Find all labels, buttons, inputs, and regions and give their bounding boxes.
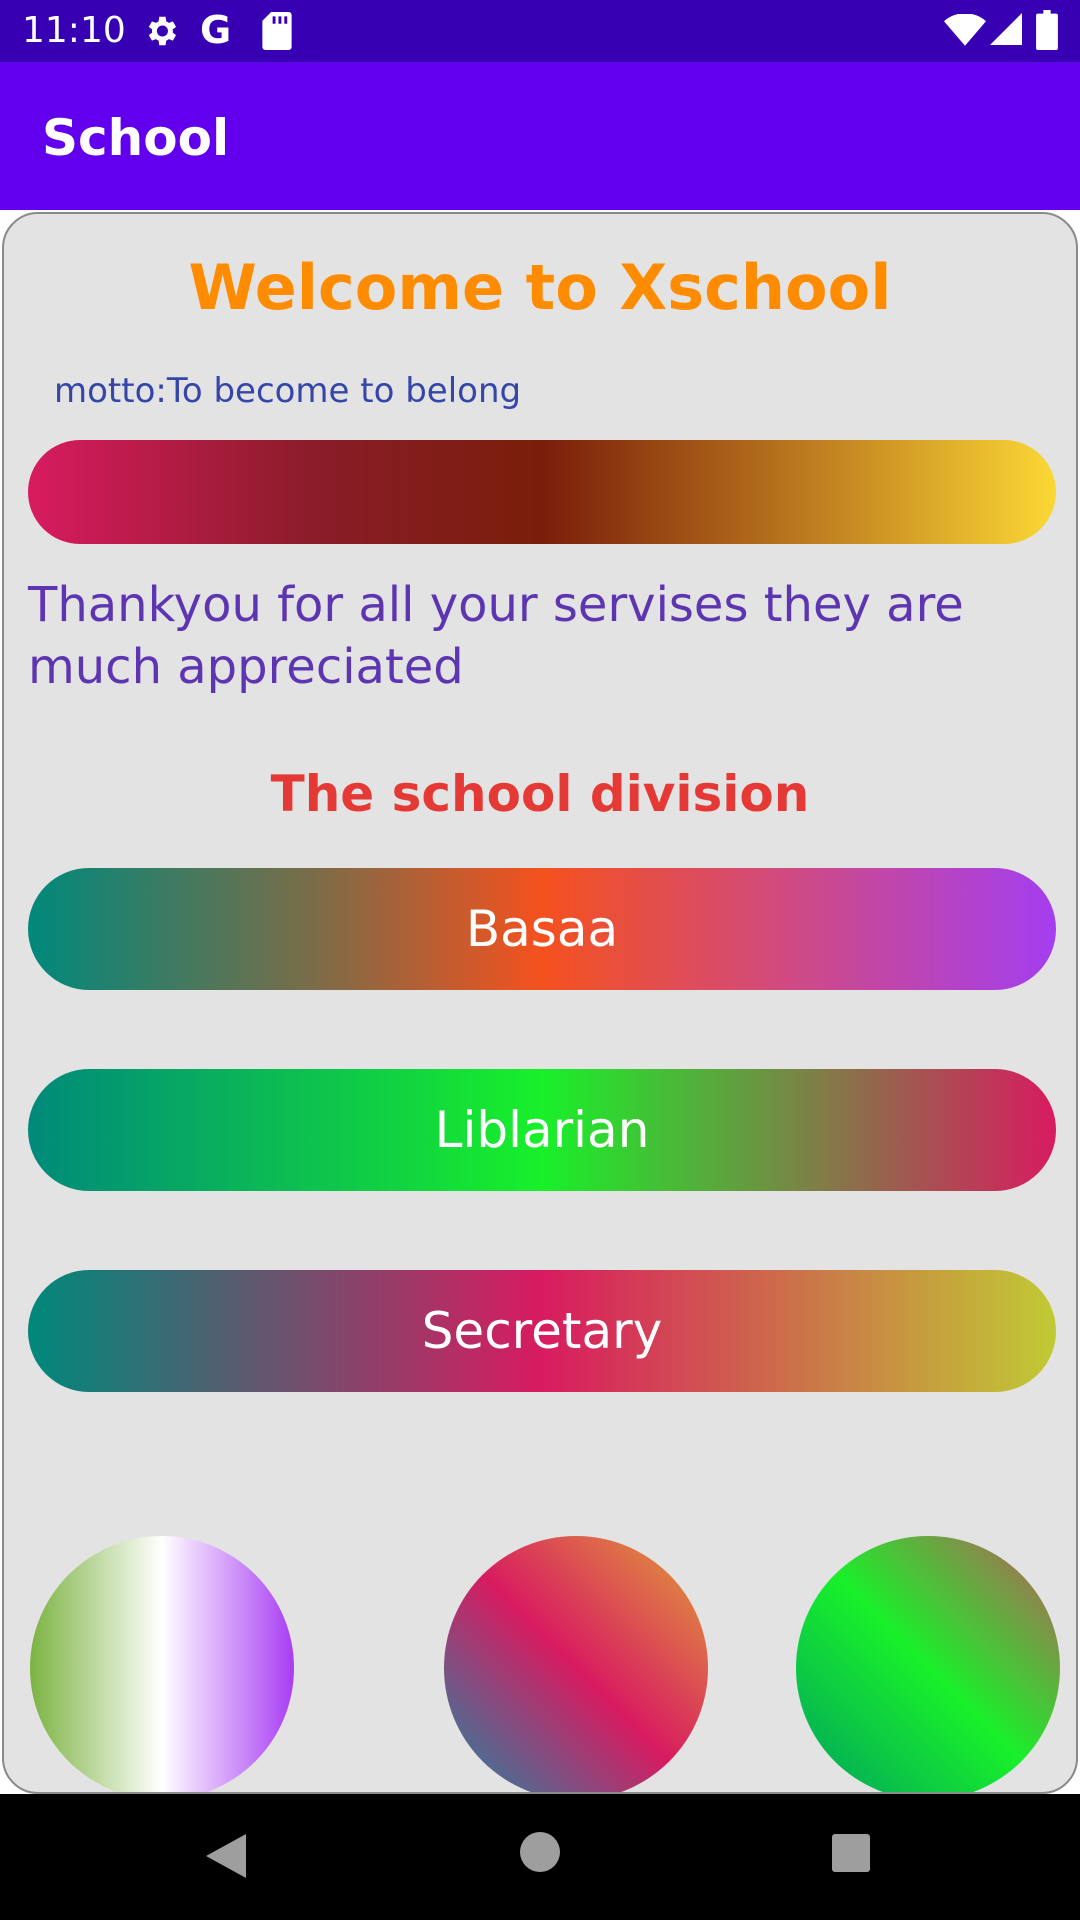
signal-icon	[990, 12, 1022, 50]
gradient-circle-1	[30, 1536, 294, 1792]
gradient-circle-2	[444, 1536, 708, 1792]
navigation-bar	[0, 1794, 1080, 1920]
wifi-icon	[944, 13, 986, 50]
back-icon[interactable]	[206, 1834, 246, 1882]
secretary-button[interactable]: Secretary	[28, 1270, 1056, 1392]
status-bar: 11:10 G	[0, 0, 1080, 62]
motto-text: motto:To become to belong	[54, 371, 522, 411]
liblarian-button[interactable]: Liblarian	[28, 1069, 1056, 1191]
app-bar: School	[0, 62, 1080, 210]
welcome-heading: Welcome to Xschool	[188, 251, 892, 324]
gradient-banner	[28, 440, 1056, 544]
division-heading: The school division	[270, 765, 810, 823]
content-card: Welcome to Xschool motto:To become to be…	[2, 212, 1078, 1794]
basaa-button[interactable]: Basaa	[28, 868, 1056, 990]
gradient-circle-3	[796, 1536, 1060, 1792]
battery-icon	[1036, 10, 1058, 54]
home-icon[interactable]	[520, 1832, 560, 1872]
sd-card-icon	[262, 12, 292, 54]
status-time: 11:10	[22, 10, 126, 51]
recents-icon[interactable]	[832, 1834, 870, 1872]
gear-icon	[142, 12, 180, 54]
google-icon: G	[200, 8, 232, 52]
app-title: School	[42, 109, 230, 167]
thanks-text: Thankyou for all your servises they are …	[28, 577, 964, 695]
